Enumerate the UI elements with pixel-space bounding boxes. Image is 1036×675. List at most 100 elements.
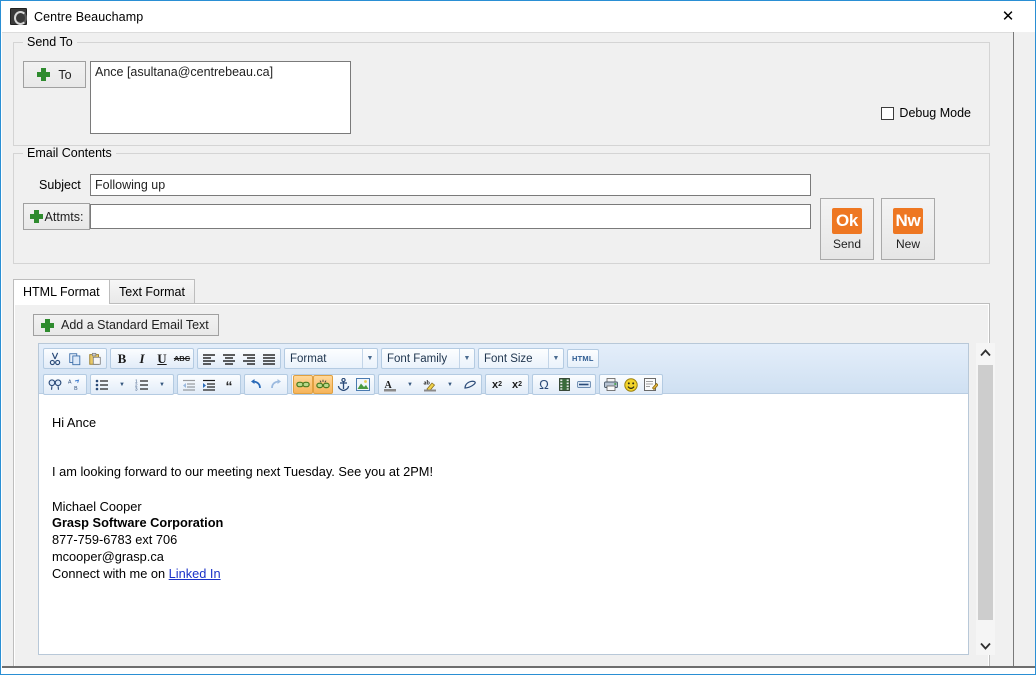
- font-size-select[interactable]: Font Size ▼: [478, 348, 564, 369]
- remove-format-icon[interactable]: [460, 375, 480, 394]
- email-contents-legend: Email Contents: [23, 146, 116, 160]
- indent-group: “: [177, 374, 241, 395]
- email-contents-group: Email Contents Subject Following up Attm…: [13, 146, 990, 264]
- debug-mode-checkbox[interactable]: Debug Mode: [881, 106, 971, 120]
- color-group: A ▼ ab ▼: [378, 374, 482, 395]
- scroll-up-icon[interactable]: [976, 343, 995, 362]
- new-button[interactable]: Nw New: [881, 198, 935, 260]
- signature-connect-prefix: Connect with me on: [52, 566, 169, 582]
- format-tabs: HTML Format Text Format: [13, 279, 990, 304]
- plus-icon: [37, 68, 51, 81]
- title-bar: Centre Beauchamp ✕: [1, 1, 1035, 32]
- send-caption: Send: [832, 236, 862, 251]
- text-color-icon[interactable]: A: [380, 375, 400, 394]
- numbered-list-arrow-icon[interactable]: ▼: [152, 375, 172, 394]
- tab-html-format[interactable]: HTML Format: [13, 279, 110, 304]
- replace-icon[interactable]: AB: [65, 375, 85, 394]
- horizontal-rule-icon[interactable]: [574, 375, 594, 394]
- right-gutter: [1013, 32, 1035, 666]
- link-group: [291, 374, 375, 395]
- svg-text:B: B: [74, 386, 78, 391]
- add-standard-email-text-button[interactable]: Add a Standard Email Text: [33, 314, 219, 336]
- align-right-icon[interactable]: [239, 349, 259, 368]
- subject-label: Subject: [39, 178, 81, 192]
- strikethrough-icon[interactable]: ABC: [172, 349, 192, 368]
- send-to-group: Send To To Ance [asultana@centrebeau.ca]…: [13, 35, 990, 146]
- html-editor: B I U ABC Format ▼ Font Family ▼ Font Si…: [38, 343, 969, 655]
- align-justify-icon[interactable]: [259, 349, 279, 368]
- source-html-button[interactable]: HTML: [567, 349, 599, 368]
- list-group: ▼ 123 ▼: [90, 374, 174, 395]
- flash-icon[interactable]: [554, 375, 574, 394]
- text-style-group: B I U ABC: [110, 348, 194, 369]
- link-icon[interactable]: [293, 375, 313, 394]
- clipboard-group: [43, 348, 107, 369]
- attachments-button-label: Attmts:: [44, 209, 84, 224]
- subscript-icon[interactable]: x2: [487, 375, 507, 394]
- background-color-arrow-icon[interactable]: ▼: [440, 375, 460, 394]
- send-glyph: Ok: [832, 207, 862, 234]
- align-left-icon[interactable]: [199, 349, 219, 368]
- tab-text-format[interactable]: Text Format: [109, 279, 195, 303]
- scrollbar-thumb[interactable]: [978, 365, 993, 620]
- linked-in-link[interactable]: Linked In: [169, 566, 221, 581]
- editor-scrollbar[interactable]: [976, 343, 995, 655]
- editor-toolbar-row-1: B I U ABC Format ▼ Font Family ▼ Font Si…: [43, 347, 964, 370]
- outdent-icon[interactable]: [179, 375, 199, 394]
- client-area: Send To To Ance [asultana@centrebeau.ca]…: [2, 32, 1013, 668]
- templates-icon[interactable]: [641, 375, 661, 394]
- tab-text-format-label: Text Format: [119, 284, 185, 299]
- paste-icon[interactable]: [85, 349, 105, 368]
- script-group: x2 x2: [485, 374, 529, 395]
- attachments-input[interactable]: [90, 204, 811, 229]
- signature-phone: 877-759-6783 ext 706: [52, 532, 178, 548]
- email-body-editable[interactable]: Hi Ance I am looking forward to our meet…: [39, 395, 968, 654]
- numbered-list-icon[interactable]: 123: [132, 375, 152, 394]
- cut-icon[interactable]: [45, 349, 65, 368]
- unlink-icon[interactable]: [313, 375, 333, 394]
- subject-input[interactable]: Following up: [90, 174, 811, 196]
- copy-icon[interactable]: [65, 349, 85, 368]
- undo-icon[interactable]: [246, 375, 266, 394]
- attachments-button[interactable]: Attmts:: [23, 203, 90, 230]
- undo-group: [244, 374, 288, 395]
- scroll-down-icon[interactable]: [976, 636, 995, 655]
- body-spacer: [52, 430, 968, 466]
- find-icon[interactable]: [45, 375, 65, 394]
- window-title: Centre Beauchamp: [34, 9, 144, 24]
- redo-icon[interactable]: [266, 375, 286, 394]
- send-button[interactable]: Ok Send: [820, 198, 874, 260]
- font-family-select[interactable]: Font Family ▼: [381, 348, 475, 369]
- signature-name: Michael Cooper: [52, 498, 142, 514]
- plus-icon: [41, 318, 54, 332]
- smiley-icon[interactable]: [621, 375, 641, 394]
- special-character-icon[interactable]: Ω: [534, 375, 554, 394]
- signature-email: mcooper@grasp.ca: [52, 549, 164, 565]
- find-group: AB: [43, 374, 87, 395]
- format-select[interactable]: Format ▼: [284, 348, 378, 369]
- italic-icon[interactable]: I: [132, 349, 152, 368]
- bulleted-list-icon[interactable]: [92, 375, 112, 394]
- background-color-icon[interactable]: ab: [420, 375, 440, 394]
- debug-mode-box[interactable]: [881, 106, 895, 120]
- editor-toolbar-row-2: AB ▼ 123 ▼ “ A ▼ ab ▼ x 2 x 2 Ω: [43, 373, 964, 396]
- blockquote-icon[interactable]: “: [219, 375, 239, 394]
- bold-icon[interactable]: B: [112, 349, 132, 368]
- print-icon[interactable]: [601, 375, 621, 394]
- anchor-icon[interactable]: [333, 375, 353, 394]
- underline-icon[interactable]: U: [152, 349, 172, 368]
- new-caption: New: [895, 236, 920, 251]
- new-glyph: Nw: [893, 207, 923, 234]
- font-family-select-label: Font Family: [387, 352, 448, 365]
- close-icon[interactable]: ✕: [987, 3, 1029, 29]
- text-color-arrow-icon[interactable]: ▼: [400, 375, 420, 394]
- align-center-icon[interactable]: [219, 349, 239, 368]
- recipients-input[interactable]: Ance [asultana@centrebeau.ca]: [90, 61, 351, 134]
- bulleted-list-arrow-icon[interactable]: ▼: [112, 375, 132, 394]
- alignment-group: [197, 348, 281, 369]
- image-icon[interactable]: [353, 375, 373, 394]
- superscript-icon[interactable]: x2: [507, 375, 527, 394]
- indent-icon[interactable]: [199, 375, 219, 394]
- to-button[interactable]: To: [23, 61, 86, 88]
- tools-group: [599, 374, 663, 395]
